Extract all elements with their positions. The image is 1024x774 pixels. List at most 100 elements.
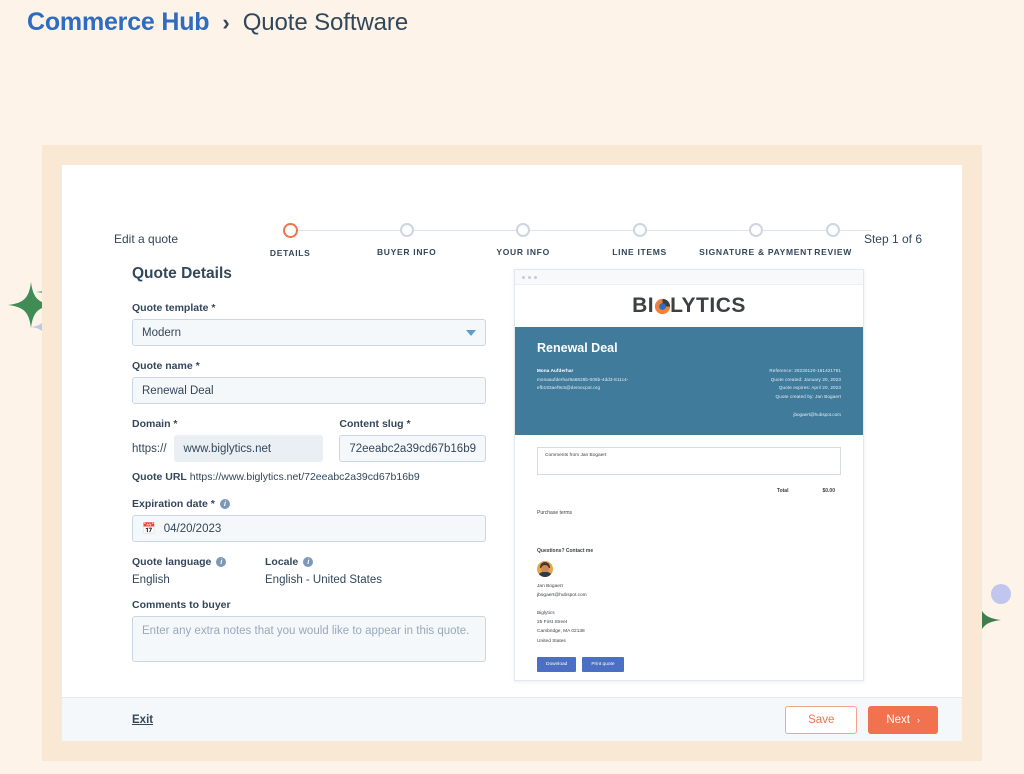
preview-reference: Reference: 20230120-161421781 <box>769 368 841 373</box>
exit-link[interactable]: Exit <box>132 714 153 726</box>
content-slug-input[interactable]: 72eeabc2a39cd67b16b9 <box>339 435 486 462</box>
avatar <box>537 560 553 577</box>
info-icon[interactable]: i <box>303 557 314 567</box>
preview-browser-bar <box>515 270 863 285</box>
preview-street: 25 First Street <box>537 619 568 625</box>
field-domain: Domain * https:// www.biglytics.net <box>132 418 324 462</box>
quote-preview-document: BI LYTICS Renewal Deal Mona Aufderhar mo… <box>514 269 864 681</box>
expiration-date-input[interactable]: 📅 04/20/2023 <box>132 515 486 542</box>
editor-footer: Exit Save Next › <box>62 697 962 741</box>
step-your-info[interactable]: YOUR INFO <box>465 223 640 257</box>
field-expiration-date: Expiration date * i 📅 04/20/2023 <box>132 498 486 542</box>
download-button[interactable]: Download <box>537 656 577 672</box>
step-dot <box>399 223 414 237</box>
quote-name-label: Quote name * <box>132 360 200 372</box>
preview-contact-email: jbogaert@hubspot.com <box>537 593 587 599</box>
chevron-right-icon: › <box>917 714 920 725</box>
preview-buyer-block: Mona Aufderhar monaaufderhar9a6826b-005b… <box>537 367 769 402</box>
step-label: LINE ITEMS <box>612 247 667 257</box>
step-label: SIGNATURE & PAYMENT <box>699 247 813 257</box>
step-label: REVIEW <box>814 247 852 257</box>
step-dot <box>749 223 764 237</box>
domain-input[interactable]: www.biglytics.net <box>173 435 324 462</box>
avatar-shirt <box>538 571 552 577</box>
breadcrumb-primary[interactable]: Commerce Hub <box>27 8 210 37</box>
preview-quote-title: Renewal Deal <box>537 341 618 355</box>
decorative-circle <box>991 584 1011 604</box>
preview-total-row: Total $0.00 <box>537 488 841 494</box>
step-label: BUYER INFO <box>376 247 437 257</box>
step-counter: Step 1 of 6 <box>863 232 922 246</box>
field-comments-to-buyer: Comments to buyer Enter any extra notes … <box>132 599 486 662</box>
preview-buyer-id: monaaufderhar9a6826b-005b-4dd3-811c4- <box>537 376 629 382</box>
breadcrumb: Commerce Hub › Quote Software <box>27 8 408 37</box>
step-signature-payment[interactable]: SIGNATURE & PAYMENT <box>698 223 873 257</box>
content-slug-label: Content slug * <box>339 418 411 430</box>
step-label: DETAILS <box>269 248 311 258</box>
biglytics-logo-mark-icon <box>654 298 671 315</box>
preview-total-label: Total <box>776 487 789 494</box>
comments-to-buyer-label: Comments to buyer <box>132 599 231 611</box>
biglytics-logo: BI LYTICS <box>632 294 746 318</box>
preview-hero: Renewal Deal Mona Aufderhar monaaufderha… <box>515 327 863 435</box>
preview-total-value: $0.00 <box>822 487 835 494</box>
expiration-date-label-text: Expiration date * <box>132 498 215 510</box>
domain-slug-row: Domain * https:// www.biglytics.net Cont… <box>132 418 486 462</box>
step-connector <box>290 230 407 231</box>
preview-contact-name: Jan Bogaert <box>537 583 563 589</box>
field-quote-template: Quote template * Modern <box>132 302 486 346</box>
info-icon[interactable]: i <box>216 557 227 567</box>
content-slug-value: 72eeabc2a39cd67b16b9 <box>349 442 476 455</box>
preview-hero-columns: Mona Aufderhar monaaufderhar9a6826b-005b… <box>537 367 841 402</box>
step-dot <box>826 223 841 237</box>
breadcrumb-secondary: Quote Software <box>242 8 409 36</box>
preview-actions: Download Print quote <box>537 656 841 672</box>
footer-buttons: Save Next › <box>785 705 938 734</box>
quote-url-row: Quote URL https://www.biglytics.net/72ee… <box>132 471 486 483</box>
wizard-stepper: Edit a quote Step 1 of 6 DETAILS BUYER I… <box>62 165 962 265</box>
language-locale-row: Quote language i English Locale i Englis… <box>132 556 486 586</box>
page-title: Quote Details <box>132 265 232 282</box>
quote-template-value: Modern <box>142 326 181 339</box>
next-button[interactable]: Next › <box>868 705 938 734</box>
field-quote-name: Quote name * Renewal Deal <box>132 360 486 404</box>
step-buyer-info[interactable]: BUYER INFO <box>348 223 524 257</box>
save-button[interactable]: Save <box>785 705 858 734</box>
preview-purchase-terms: Purchase terms <box>537 509 573 516</box>
domain-value: www.biglytics.net <box>183 442 272 455</box>
logo-text-after: LYTICS <box>670 294 746 317</box>
preview-comment-box: Comments from Jan Bogaert <box>537 446 841 475</box>
quote-template-select[interactable]: Modern <box>132 319 486 346</box>
preview-buyer-name: Mona Aufderhar <box>537 368 574 373</box>
field-quote-language: Quote language i English <box>132 556 265 586</box>
window-dot-icon <box>522 275 525 279</box>
preview-sender-email: jbogaert@hubspot.com <box>793 411 841 417</box>
domain-protocol-prefix: https:// <box>132 442 167 455</box>
preview-questions-heading: Questions? Contact me <box>537 547 594 554</box>
page-root: Commerce Hub › Quote Software Edit a quo… <box>0 0 1024 774</box>
locale-label-text: Locale <box>265 556 299 568</box>
step-review[interactable]: REVIEW <box>814 223 852 257</box>
preview-expires: Quote expires: April 20, 2023 <box>778 385 841 391</box>
step-connector <box>756 230 873 231</box>
preview-created: Quote created: January 20, 2023 <box>770 376 841 382</box>
card-frame: Edit a quote Step 1 of 6 DETAILS BUYER I… <box>42 145 982 761</box>
field-content-slug: Content slug * 72eeabc2a39cd67b16b9 <box>339 418 486 462</box>
domain-line: https:// www.biglytics.net <box>132 435 324 462</box>
step-connector <box>523 230 640 231</box>
quote-url-value: https://www.biglytics.net/72eeabc2a39cd6… <box>189 471 420 483</box>
step-connector <box>639 230 757 231</box>
step-details[interactable]: DETAILS <box>232 223 407 258</box>
step-line-items[interactable]: LINE ITEMS <box>581 223 757 257</box>
field-locale: Locale i English - United States <box>265 556 382 586</box>
quote-language-label-text: Quote language <box>132 556 212 568</box>
preview-contact: Jan Bogaert jbogaert@hubspot.com <box>537 582 841 601</box>
print-quote-button[interactable]: Print quote <box>582 656 624 672</box>
comments-to-buyer-textarea[interactable]: Enter any extra notes that you would lik… <box>132 616 486 662</box>
chevron-right-icon: › <box>222 9 230 35</box>
quote-name-input[interactable]: Renewal Deal <box>132 377 486 404</box>
quote-editor-card: Edit a quote Step 1 of 6 DETAILS BUYER I… <box>62 165 962 741</box>
step-dot <box>632 223 647 237</box>
info-icon[interactable]: i <box>219 499 230 509</box>
edit-a-quote-label: Edit a quote <box>114 232 179 246</box>
